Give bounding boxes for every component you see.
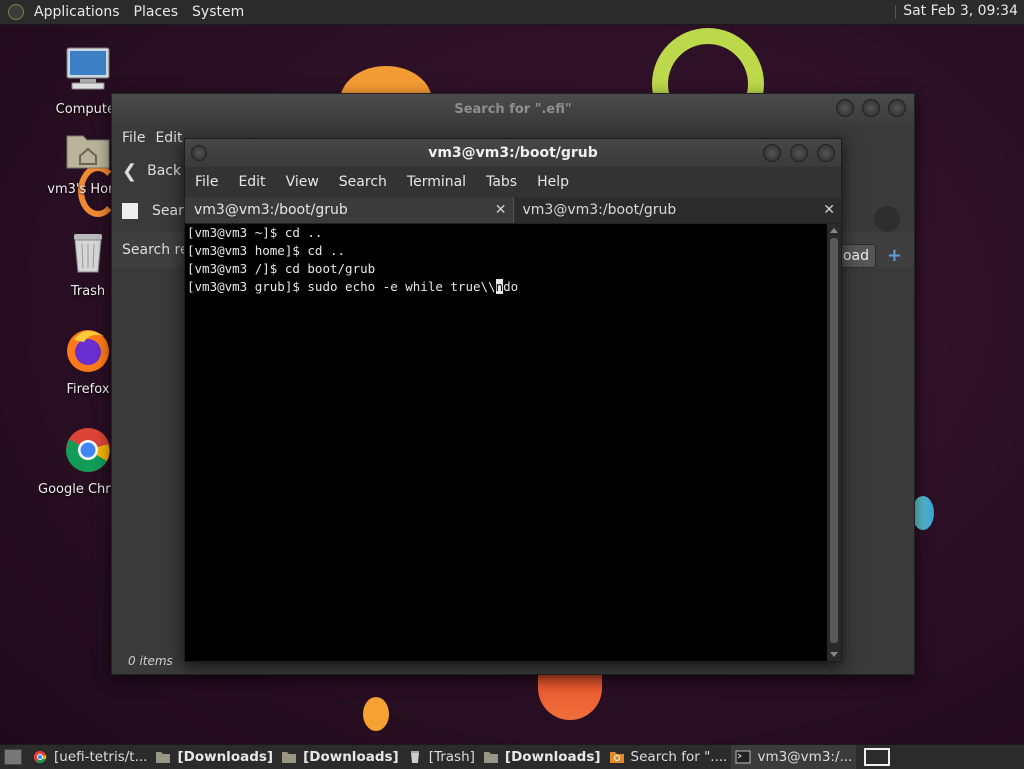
scroll-down-icon[interactable] <box>830 652 838 657</box>
taskbar-label: [Downloads] <box>504 749 601 765</box>
scroll-thumb[interactable] <box>830 238 838 643</box>
firefox-icon <box>67 330 109 372</box>
terminal-scrollbar[interactable] <box>827 224 841 661</box>
home-folder-icon <box>66 135 110 169</box>
prompt-text: [vm3@vm3 grub]$ sudo echo -e while true\… <box>187 279 496 294</box>
show-desktop-icon[interactable] <box>4 749 22 765</box>
terminal-line: [vm3@vm3 /]$ cd boot/grub <box>187 261 376 276</box>
close-tab-icon[interactable]: ✕ <box>495 197 507 223</box>
terminal-menu-search[interactable]: Search <box>339 174 387 190</box>
search-menu-file[interactable]: File <box>122 130 145 146</box>
taskbar-label: [Downloads] <box>303 749 399 765</box>
wallpaper-small-blob <box>363 697 389 731</box>
window-menu-button[interactable] <box>191 145 207 161</box>
clock[interactable]: Sat Feb 3, 09:34 <box>895 3 1018 19</box>
terminal-menubar: File Edit View Search Terminal Tabs Help <box>185 167 841 197</box>
search-edit-icon <box>122 203 138 219</box>
add-icon[interactable]: + <box>887 245 902 266</box>
taskbar-item-chrome[interactable]: [uefi-tetris/t... <box>28 745 151 769</box>
search-window-titlebar[interactable]: Search for ".efi" <box>112 94 914 124</box>
menu-places[interactable]: Places <box>134 4 179 20</box>
terminal-tab[interactable]: vm3@vm3:/boot/grub ✕ <box>185 197 514 223</box>
terminal-tabbar: vm3@vm3:/boot/grub ✕ vm3@vm3:/boot/grub … <box>185 197 841 224</box>
menu-system[interactable]: System <box>192 4 244 20</box>
terminal-menu-help[interactable]: Help <box>537 174 569 190</box>
close-tab-icon[interactable]: ✕ <box>823 197 835 223</box>
taskbar-item-search[interactable]: Search for ".... <box>605 745 732 769</box>
taskbar-label: vm3@vm3:/... <box>757 749 853 765</box>
terminal-icon <box>735 750 751 764</box>
applications-logo-icon[interactable] <box>8 4 24 20</box>
minimize-button[interactable] <box>763 144 781 162</box>
back-arrow-icon: ❮ <box>122 160 138 182</box>
taskbar-label: Search for ".... <box>630 749 728 765</box>
taskbar-item-terminal[interactable]: vm3@vm3:/... <box>731 745 857 769</box>
folder-icon <box>282 752 297 763</box>
terminal-menu-view[interactable]: View <box>286 174 319 190</box>
terminal-window[interactable]: vm3@vm3:/boot/grub File Edit View Search… <box>184 138 842 662</box>
taskbar-label: [uefi-tetris/t... <box>54 749 148 765</box>
terminal-titlebar[interactable]: vm3@vm3:/boot/grub <box>185 139 841 167</box>
tab-label: vm3@vm3:/boot/grub <box>522 202 677 218</box>
terminal-menu-tabs[interactable]: Tabs <box>486 174 517 190</box>
terminal-line: [vm3@vm3 home]$ cd .. <box>187 243 346 258</box>
trash-icon <box>74 234 102 273</box>
folder-icon <box>156 752 171 763</box>
terminal-menu-file[interactable]: File <box>195 174 218 190</box>
search-window-title: Search for ".efi" <box>454 101 572 117</box>
taskbar-item-trash[interactable]: [Trash] <box>403 745 479 769</box>
taskbar-label: [Trash] <box>428 749 475 765</box>
taskbar-item-downloads[interactable]: [Downloads] <box>479 745 605 769</box>
taskbar: [uefi-tetris/t... [Downloads] [Downloads… <box>0 744 1024 769</box>
back-label: Back <box>147 163 182 179</box>
taskbar-item-downloads[interactable]: [Downloads] <box>277 745 403 769</box>
chrome-icon <box>33 750 47 764</box>
maximize-button[interactable] <box>862 99 880 117</box>
scroll-up-icon[interactable] <box>830 228 838 233</box>
menu-applications[interactable]: Applications <box>34 4 120 20</box>
search-folder-icon <box>609 752 624 763</box>
minimize-button[interactable] <box>836 99 854 117</box>
terminal-menu-terminal[interactable]: Terminal <box>407 174 466 190</box>
taskbar-item-downloads[interactable]: [Downloads] <box>151 745 277 769</box>
close-button[interactable] <box>888 99 906 117</box>
search-icon[interactable] <box>874 206 900 232</box>
wallpaper-teal-blob <box>912 496 934 530</box>
close-button[interactable] <box>817 144 835 162</box>
terminal-output[interactable]: [vm3@vm3 ~]$ cd .. [vm3@vm3 home]$ cd ..… <box>185 224 827 661</box>
trash-icon <box>410 751 419 763</box>
status-bar-items: 0 items <box>128 654 173 668</box>
tab-label: vm3@vm3:/boot/grub <box>194 202 348 218</box>
search-menu-edit[interactable]: Edit <box>155 130 182 146</box>
terminal-title: vm3@vm3:/boot/grub <box>428 145 598 161</box>
folder-icon <box>483 752 498 763</box>
text-cursor: n <box>495 279 504 294</box>
top-panel: Applications Places System Sat Feb 3, 09… <box>0 0 1024 25</box>
terminal-line: [vm3@vm3 ~]$ cd .. <box>187 225 323 240</box>
prompt-text-after: do <box>503 279 519 294</box>
workspace-switcher[interactable] <box>864 748 891 766</box>
chrome-icon <box>66 428 110 472</box>
back-button[interactable]: ❮ Back <box>122 161 181 182</box>
terminal-tab[interactable]: vm3@vm3:/boot/grub ✕ <box>513 197 841 223</box>
taskbar-label: [Downloads] <box>177 749 274 765</box>
computer-icon <box>66 47 110 90</box>
maximize-button[interactable] <box>790 144 808 162</box>
terminal-current-line[interactable]: [vm3@vm3 grub]$ sudo echo -e while true\… <box>185 278 827 296</box>
terminal-menu-edit[interactable]: Edit <box>238 174 265 190</box>
